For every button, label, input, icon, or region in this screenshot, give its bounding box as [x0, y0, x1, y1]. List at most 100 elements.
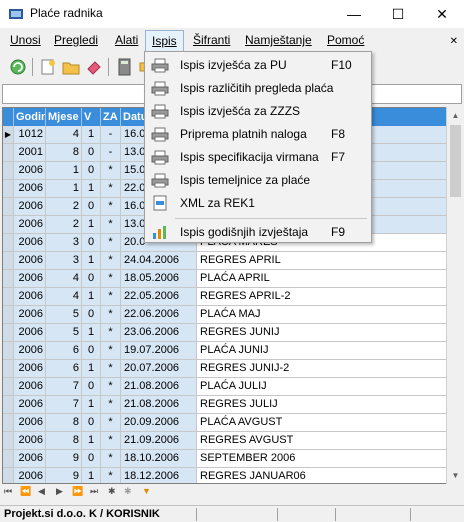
cell-mjesec[interactable]: 6: [46, 360, 82, 378]
cell-datum[interactable]: 22.05.2006: [121, 288, 197, 306]
cell-mjesec[interactable]: 7: [46, 378, 82, 396]
cell-opis[interactable]: PLAĆA JUNIJ: [197, 342, 447, 360]
cell-godina[interactable]: 2006: [14, 234, 46, 252]
row-indicator[interactable]: [3, 270, 14, 288]
cell-godina[interactable]: 2006: [14, 252, 46, 270]
cell-godina[interactable]: 2006: [14, 468, 46, 483]
row-indicator[interactable]: [3, 360, 14, 378]
cell-za[interactable]: *: [101, 414, 121, 432]
cell-mjesec[interactable]: 1: [46, 180, 82, 198]
cell-za[interactable]: *: [101, 450, 121, 468]
menu-unosi[interactable]: Unosi: [10, 33, 41, 47]
cell-datum[interactable]: 18.10.2006: [121, 450, 197, 468]
cell-v[interactable]: 0: [82, 270, 101, 288]
row-indicator[interactable]: [3, 414, 14, 432]
row-indicator[interactable]: [3, 234, 14, 252]
table-row[interactable]: 2006 5 1 * 23.06.2006 REGRES JUNIJ: [3, 324, 447, 342]
cell-v[interactable]: 0: [82, 450, 101, 468]
cell-opis[interactable]: SEPTEMBER 2006: [197, 450, 447, 468]
menu-sifranti[interactable]: Šifranti: [193, 33, 230, 47]
cell-datum[interactable]: 21.08.2006: [121, 378, 197, 396]
cell-mjesec[interactable]: 9: [46, 450, 82, 468]
cell-opis[interactable]: PLAĆA APRIL: [197, 270, 447, 288]
row-indicator[interactable]: [3, 216, 14, 234]
cell-v[interactable]: 1: [82, 288, 101, 306]
cell-opis[interactable]: PLAĆA JULIJ: [197, 378, 447, 396]
cell-mjesec[interactable]: 5: [46, 306, 82, 324]
row-indicator[interactable]: [3, 288, 14, 306]
cell-opis[interactable]: PLAĆA MAJ: [197, 306, 447, 324]
cell-opis[interactable]: REGRES AVGUST: [197, 432, 447, 450]
menu-item-4[interactable]: Ispis specifikacija virmana F7: [146, 146, 370, 169]
cell-za[interactable]: *: [101, 180, 121, 198]
table-row[interactable]: 2006 9 1 * 18.12.2006 REGRES JANUAR06: [3, 468, 447, 483]
cell-datum[interactable]: 19.07.2006: [121, 342, 197, 360]
menu-item-6[interactable]: XML za REK1: [146, 192, 370, 215]
cell-za[interactable]: *: [101, 216, 121, 234]
table-row[interactable]: 2006 9 0 * 18.10.2006 SEPTEMBER 2006: [3, 450, 447, 468]
menu-ispis[interactable]: Ispis: [145, 30, 184, 52]
cell-mjesec[interactable]: 1: [46, 162, 82, 180]
row-indicator[interactable]: [3, 162, 14, 180]
cell-za[interactable]: *: [101, 252, 121, 270]
menu-namjestanje[interactable]: Namještanje: [245, 33, 312, 47]
vertical-scrollbar[interactable]: ▲ ▼: [446, 107, 463, 484]
cell-opis[interactable]: REGRES JUNIJ: [197, 324, 447, 342]
cell-v[interactable]: 1: [82, 468, 101, 483]
cell-mjesec[interactable]: 2: [46, 216, 82, 234]
cell-godina[interactable]: 2006: [14, 342, 46, 360]
table-row[interactable]: 2006 5 0 * 22.06.2006 PLAĆA MAJ: [3, 306, 447, 324]
cell-datum[interactable]: 21.08.2006: [121, 396, 197, 414]
cell-za[interactable]: *: [101, 306, 121, 324]
row-indicator[interactable]: [3, 144, 14, 162]
cell-v[interactable]: 0: [82, 198, 101, 216]
cell-za[interactable]: *: [101, 270, 121, 288]
cell-v[interactable]: 1: [82, 216, 101, 234]
cell-godina[interactable]: 2006: [14, 306, 46, 324]
cell-v[interactable]: 1: [82, 360, 101, 378]
first-page-icon[interactable]: ⏮: [4, 486, 12, 497]
row-indicator[interactable]: [3, 180, 14, 198]
scroll-up-icon[interactable]: ▲: [447, 107, 464, 124]
cell-datum[interactable]: 21.09.2006: [121, 432, 197, 450]
cell-mjesec[interactable]: 8: [46, 144, 82, 162]
row-indicator[interactable]: [3, 306, 14, 324]
cell-mjesec[interactable]: 2: [46, 198, 82, 216]
row-indicator[interactable]: [3, 450, 14, 468]
cell-godina[interactable]: 2006: [14, 180, 46, 198]
cell-mjesec[interactable]: 4: [46, 270, 82, 288]
cell-datum[interactable]: 23.06.2006: [121, 324, 197, 342]
cell-mjesec[interactable]: 6: [46, 342, 82, 360]
cell-za[interactable]: *: [101, 198, 121, 216]
cell-godina[interactable]: 2006: [14, 162, 46, 180]
cell-za[interactable]: -: [101, 126, 121, 144]
table-row[interactable]: 2006 7 1 * 21.08.2006 REGRES JULIJ: [3, 396, 447, 414]
cell-godina[interactable]: 2006: [14, 288, 46, 306]
menu-item-0[interactable]: Ispis izvješća za PU F10: [146, 54, 370, 77]
cell-godina[interactable]: 2006: [14, 396, 46, 414]
cell-godina[interactable]: 2006: [14, 450, 46, 468]
cell-v[interactable]: 1: [82, 180, 101, 198]
cell-v[interactable]: 0: [82, 306, 101, 324]
cell-datum[interactable]: 20.07.2006: [121, 360, 197, 378]
cell-datum[interactable]: 18.12.2006: [121, 468, 197, 483]
menu-pomoc[interactable]: Pomoć: [327, 33, 364, 47]
maximize-button[interactable]: ☐: [376, 0, 420, 28]
menu-item-2[interactable]: Ispis izvješća za ZZZS: [146, 100, 370, 123]
row-indicator[interactable]: [3, 378, 14, 396]
table-row[interactable]: 2006 4 0 * 18.05.2006 PLAĆA APRIL: [3, 270, 447, 288]
row-indicator[interactable]: [3, 468, 14, 483]
cell-v[interactable]: 0: [82, 342, 101, 360]
cell-godina[interactable]: 2006: [14, 378, 46, 396]
table-row[interactable]: 2006 6 0 * 19.07.2006 PLAĆA JUNIJ: [3, 342, 447, 360]
cell-za[interactable]: *: [101, 234, 121, 252]
cell-v[interactable]: 0: [82, 162, 101, 180]
table-row[interactable]: 2006 4 1 * 22.05.2006 REGRES APRIL-2: [3, 288, 447, 306]
cell-mjesec[interactable]: 8: [46, 414, 82, 432]
table-row[interactable]: 2006 7 0 * 21.08.2006 PLAĆA JULIJ: [3, 378, 447, 396]
folder-icon[interactable]: [61, 57, 81, 77]
cell-za[interactable]: *: [101, 342, 121, 360]
header-mjesec[interactable]: Mjese: [46, 108, 82, 126]
filter-icon[interactable]: ▼: [142, 486, 151, 496]
row-indicator[interactable]: [3, 198, 14, 216]
